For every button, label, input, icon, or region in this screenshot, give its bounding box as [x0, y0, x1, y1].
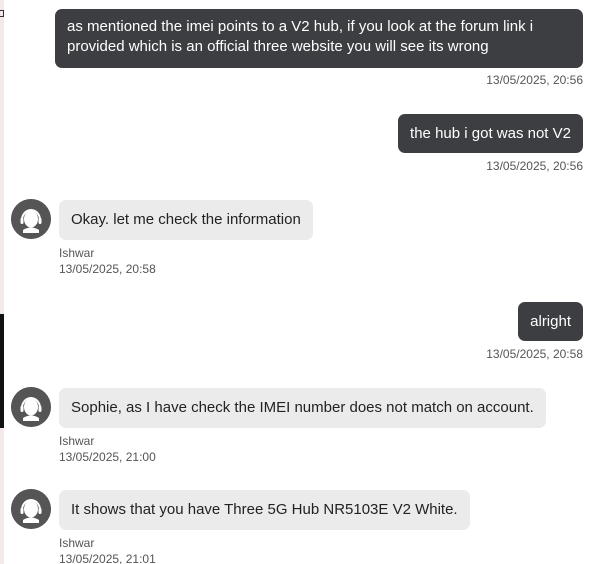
message-text: as mentioned the imei points to a V2 hub… — [67, 18, 534, 55]
left-edge-dark-strip — [0, 314, 4, 428]
agent-headset-icon — [11, 489, 51, 529]
message-text: the hub i got was not V2 — [410, 125, 571, 142]
message-timestamp: 13/05/2025, 21:01 — [59, 552, 156, 564]
agent-headset-icon — [11, 387, 51, 427]
message-timestamp: 13/05/2025, 20:58 — [59, 262, 156, 276]
sent-message-bubble: as mentioned the imei points to a V2 hub… — [55, 9, 583, 68]
message-timestamp: 13/05/2025, 21:00 — [59, 450, 156, 464]
received-message-bubble: Sophie, as I have check the IMEI number … — [59, 388, 546, 428]
message-timestamp: 13/05/2025, 20:58 — [486, 347, 583, 361]
agent-avatar — [11, 387, 51, 427]
left-edge-glyph — [0, 10, 4, 17]
chat-transcript: as mentioned the imei points to a V2 hub… — [0, 0, 590, 564]
message-meta: Ishwar 13/05/2025, 21:01 — [59, 535, 156, 564]
agent-avatar — [11, 489, 51, 529]
left-edge-strip — [0, 0, 4, 564]
message-author: Ishwar — [59, 246, 95, 260]
message-meta: Ishwar 13/05/2025, 20:58 — [59, 245, 156, 277]
sent-message-bubble: alright — [518, 302, 583, 341]
message-author: Ishwar — [59, 434, 95, 448]
message-text: Sophie, as I have check the IMEI number … — [71, 399, 534, 416]
message-text: Okay. let me check the information — [71, 211, 301, 228]
received-message-bubble: It shows that you have Three 5G Hub NR51… — [59, 490, 470, 530]
message-text: alright — [530, 313, 571, 330]
agent-avatar — [11, 199, 51, 239]
sent-message-bubble: the hub i got was not V2 — [398, 114, 583, 153]
message-timestamp: 13/05/2025, 20:56 — [486, 73, 583, 87]
agent-headset-icon — [11, 199, 51, 239]
message-timestamp: 13/05/2025, 20:56 — [486, 159, 583, 173]
message-text: It shows that you have Three 5G Hub NR51… — [71, 501, 458, 518]
message-author: Ishwar — [59, 536, 95, 550]
message-meta: Ishwar 13/05/2025, 21:00 — [59, 433, 156, 465]
received-message-bubble: Okay. let me check the information — [59, 200, 313, 240]
